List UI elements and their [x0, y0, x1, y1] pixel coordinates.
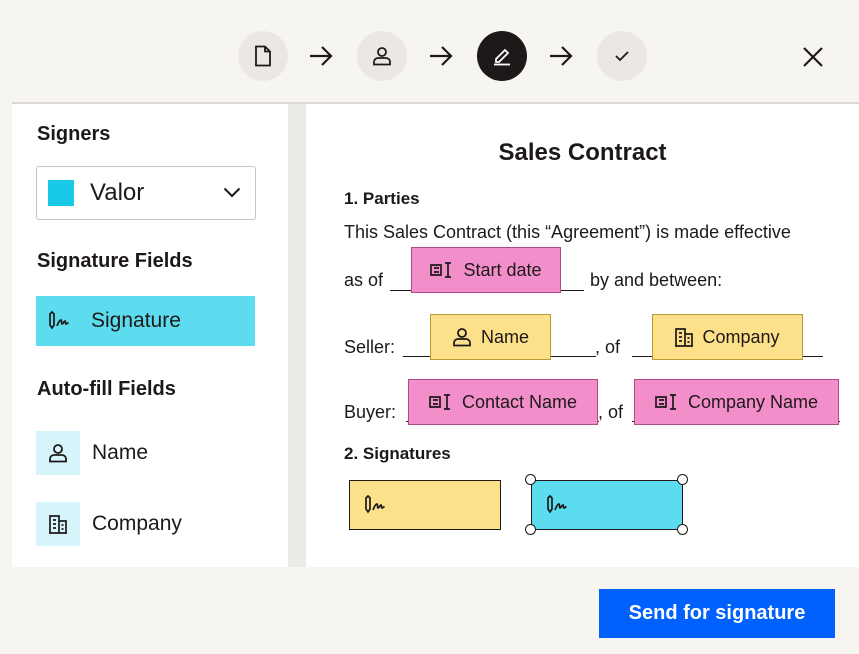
- selected-signer: Valor: [90, 179, 145, 206]
- arrow-right-icon: [310, 46, 333, 66]
- seller-name-field[interactable]: Name: [430, 314, 551, 360]
- of-text: , of: [598, 402, 624, 422]
- section-parties-heading: 1. Parties: [344, 189, 420, 208]
- signature-fields-heading: Signature Fields: [37, 250, 193, 272]
- document-icon: [255, 45, 271, 67]
- step-document[interactable]: [238, 31, 288, 81]
- person-icon: [453, 328, 471, 347]
- buyer-company-field[interactable]: Company Name: [634, 379, 839, 425]
- seller-signature-box[interactable]: [349, 480, 501, 530]
- signer-color-swatch: [48, 180, 74, 206]
- document-title: Sales Contract: [498, 139, 667, 166]
- building-icon: [675, 328, 694, 347]
- by-and-between-text: by and between:: [590, 270, 723, 290]
- resize-handle[interactable]: [677, 474, 688, 485]
- close-button[interactable]: [796, 40, 830, 74]
- autofill-item-name[interactable]: Name: [36, 431, 148, 475]
- autofill-item-label: Name: [92, 441, 149, 464]
- field-label: Company Name: [687, 391, 819, 412]
- resize-handle[interactable]: [525, 524, 536, 535]
- building-icon: [49, 515, 67, 534]
- document-page: Sales Contract 1. Parties This Sales Con…: [306, 104, 859, 567]
- signature-field-item[interactable]: Signature: [36, 296, 255, 346]
- field-label: Start date: [463, 259, 542, 280]
- field-label: Name: [480, 326, 529, 347]
- step-fields[interactable]: [477, 31, 527, 81]
- workflow-stepper: [0, 0, 859, 102]
- arrow-right-icon: [430, 46, 453, 66]
- seller-label: Seller:: [344, 337, 396, 357]
- person-icon: [49, 444, 67, 463]
- signer-signature-box[interactable]: [531, 480, 683, 530]
- field-label: Contact Name: [461, 391, 578, 412]
- as-of-text: as of: [344, 270, 384, 290]
- pen-icon: [494, 48, 510, 66]
- section-signatures-heading: 2. Signatures: [344, 444, 451, 463]
- autofill-heading: Auto-fill Fields: [37, 378, 176, 400]
- step-recipients[interactable]: [357, 31, 407, 81]
- autofill-item-company[interactable]: Company: [36, 502, 182, 546]
- fields-sidebar: Signers Valor Signature Fields Signature…: [12, 104, 288, 567]
- buyer-label: Buyer:: [344, 402, 397, 422]
- autofill-item-label: Company: [92, 512, 182, 535]
- text-field-icon: [429, 394, 450, 410]
- text-field-icon: [655, 394, 676, 410]
- close-icon: [803, 47, 823, 67]
- editor-panel: Signers Valor Signature Fields Signature…: [12, 102, 859, 567]
- start-date-field[interactable]: Start date: [411, 247, 561, 293]
- arrow-right-icon: [550, 46, 573, 66]
- person-icon: [373, 47, 391, 66]
- field-label: Company: [702, 326, 780, 347]
- signature-icon: [365, 494, 385, 514]
- send-for-signature-button[interactable]: Send for signature: [599, 589, 835, 638]
- resize-handle[interactable]: [525, 474, 536, 485]
- resize-handle[interactable]: [677, 524, 688, 535]
- signer-select[interactable]: Valor: [36, 166, 256, 220]
- of-text: , of: [595, 337, 621, 357]
- signers-heading: Signers: [37, 123, 111, 145]
- check-icon: [615, 51, 629, 62]
- signature-field-label: Signature: [91, 309, 181, 332]
- chevron-down-icon: [223, 187, 241, 198]
- buyer-contact-field[interactable]: Contact Name: [408, 379, 598, 425]
- signature-icon: [547, 494, 567, 514]
- signature-icon: [49, 310, 69, 330]
- panel-divider: [288, 104, 306, 567]
- text-field-icon: [430, 262, 452, 278]
- intro-text: This Sales Contract (this “Agreement”) i…: [344, 222, 791, 242]
- step-review[interactable]: [597, 31, 647, 81]
- seller-company-field[interactable]: Company: [652, 314, 803, 360]
